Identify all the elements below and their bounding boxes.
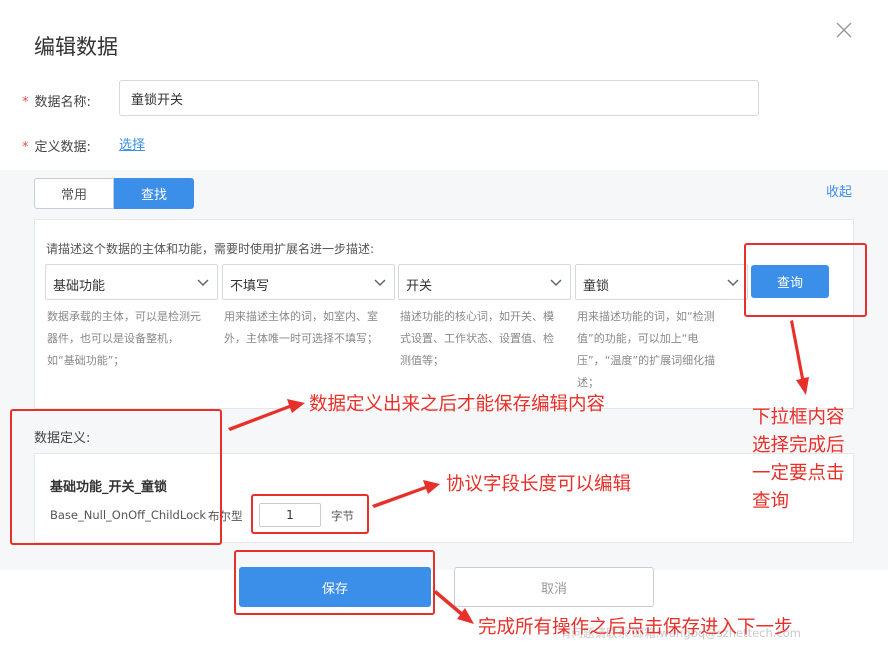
- desc-line: 压”，“温度”的扩展词细化描: [577, 354, 716, 367]
- dropdown-subject-desc: 数据承载的主体，可以是检测元 器件，也可以是设备整机， 如“基础功能”；: [47, 306, 219, 372]
- chevron-down-icon: [727, 279, 739, 287]
- search-hint: 请描述这个数据的主体和功能，需要时使用扩展名进一步描述:: [46, 242, 375, 256]
- dropdown-extension-desc: 用来描述功能的词，如“检测 值”的功能，可以加上“电 压”，“温度”的扩展词细化…: [577, 306, 747, 394]
- chevron-down-icon: [197, 279, 209, 287]
- note-line: 选择完成后: [752, 435, 845, 456]
- save-button[interactable]: 保存: [239, 567, 431, 607]
- chevron-down-icon: [550, 279, 562, 287]
- chevron-down-icon: [374, 279, 386, 287]
- select-link[interactable]: 选择: [119, 134, 145, 153]
- dropdown-subject[interactable]: 基础功能: [45, 264, 218, 300]
- desc-line: 用来描述功能的词，如“检测: [577, 310, 715, 323]
- desc-line: 描述功能的核心词，如开关、模: [400, 310, 554, 323]
- definition-type: 布尔型: [208, 509, 243, 523]
- dropdown-value: 开关: [406, 279, 433, 294]
- desc-line: 式设置、工作状态、设置值、检: [400, 332, 554, 345]
- field-length-input[interactable]: [259, 503, 321, 527]
- desc-line: 器件，也可以是设备整机，: [47, 332, 179, 345]
- dropdown-function[interactable]: 开关: [398, 264, 571, 300]
- annotation-definition-note: 数据定义出来之后才能保存编辑内容: [309, 394, 606, 415]
- annotation-length-note: 协议字段长度可以编辑: [446, 474, 632, 495]
- definition-identifier: Base_Null_OnOff_ChildLock: [50, 508, 207, 522]
- length-unit: 字节: [331, 509, 354, 523]
- desc-line: 值”的功能，可以加上“电: [577, 332, 699, 345]
- query-button[interactable]: 查询: [751, 265, 829, 298]
- dropdown-value: 不填写: [230, 279, 270, 294]
- definition-label: * 定义数据:: [22, 136, 91, 155]
- tab-search[interactable]: 查找: [114, 178, 194, 209]
- desc-line: 测值等；: [400, 354, 444, 367]
- dropdown-qualifier-desc: 用来描述主体的词，如室内、室 外，主体唯一时可选择不填写；: [224, 306, 396, 350]
- note-line: 查询: [752, 491, 790, 512]
- desc-line: 述；: [577, 376, 599, 389]
- note-line: 一定要点击: [752, 463, 845, 484]
- dialog-title: 编辑数据: [34, 35, 118, 59]
- dropdown-qualifier[interactable]: 不填写: [222, 264, 395, 300]
- name-label-text: 数据名称:: [34, 95, 91, 110]
- annotation-dropdown-note: 下拉框内容 选择完成后 一定要点击 查询: [752, 404, 845, 516]
- required-mark: *: [22, 95, 29, 110]
- annotation-save-note: 完成所有操作之后点击保存进入下一步: [478, 617, 793, 638]
- dropdown-function-desc: 描述功能的核心词，如开关、模 式设置、工作状态、设置值、检 测值等；: [400, 306, 572, 372]
- definition-name: 基础功能_开关_童锁: [50, 480, 168, 495]
- desc-line: 数据承载的主体，可以是检测元: [47, 310, 201, 323]
- data-name-input[interactable]: [119, 80, 759, 116]
- close-icon[interactable]: [834, 20, 854, 40]
- tab-common[interactable]: 常用: [34, 178, 114, 209]
- dropdown-value: 基础功能: [53, 279, 106, 294]
- note-line: 下拉框内容: [752, 407, 845, 428]
- dropdown-value: 童锁: [583, 279, 610, 294]
- name-label: * 数据名称:: [22, 91, 91, 110]
- dropdown-extension[interactable]: 童锁: [575, 264, 748, 300]
- required-mark: *: [22, 140, 29, 155]
- cancel-button[interactable]: 取消: [454, 567, 654, 607]
- definition-label-text: 定义数据:: [34, 140, 91, 155]
- definition-section-label: 数据定义:: [34, 431, 91, 446]
- definition-box: [34, 453, 854, 543]
- collapse-link[interactable]: 收起: [826, 181, 852, 200]
- desc-line: 如“基础功能”；: [47, 354, 125, 367]
- desc-line: 外，主体唯一时可选择不填写；: [224, 332, 378, 345]
- desc-line: 用来描述主体的词，如室内、室: [224, 310, 378, 323]
